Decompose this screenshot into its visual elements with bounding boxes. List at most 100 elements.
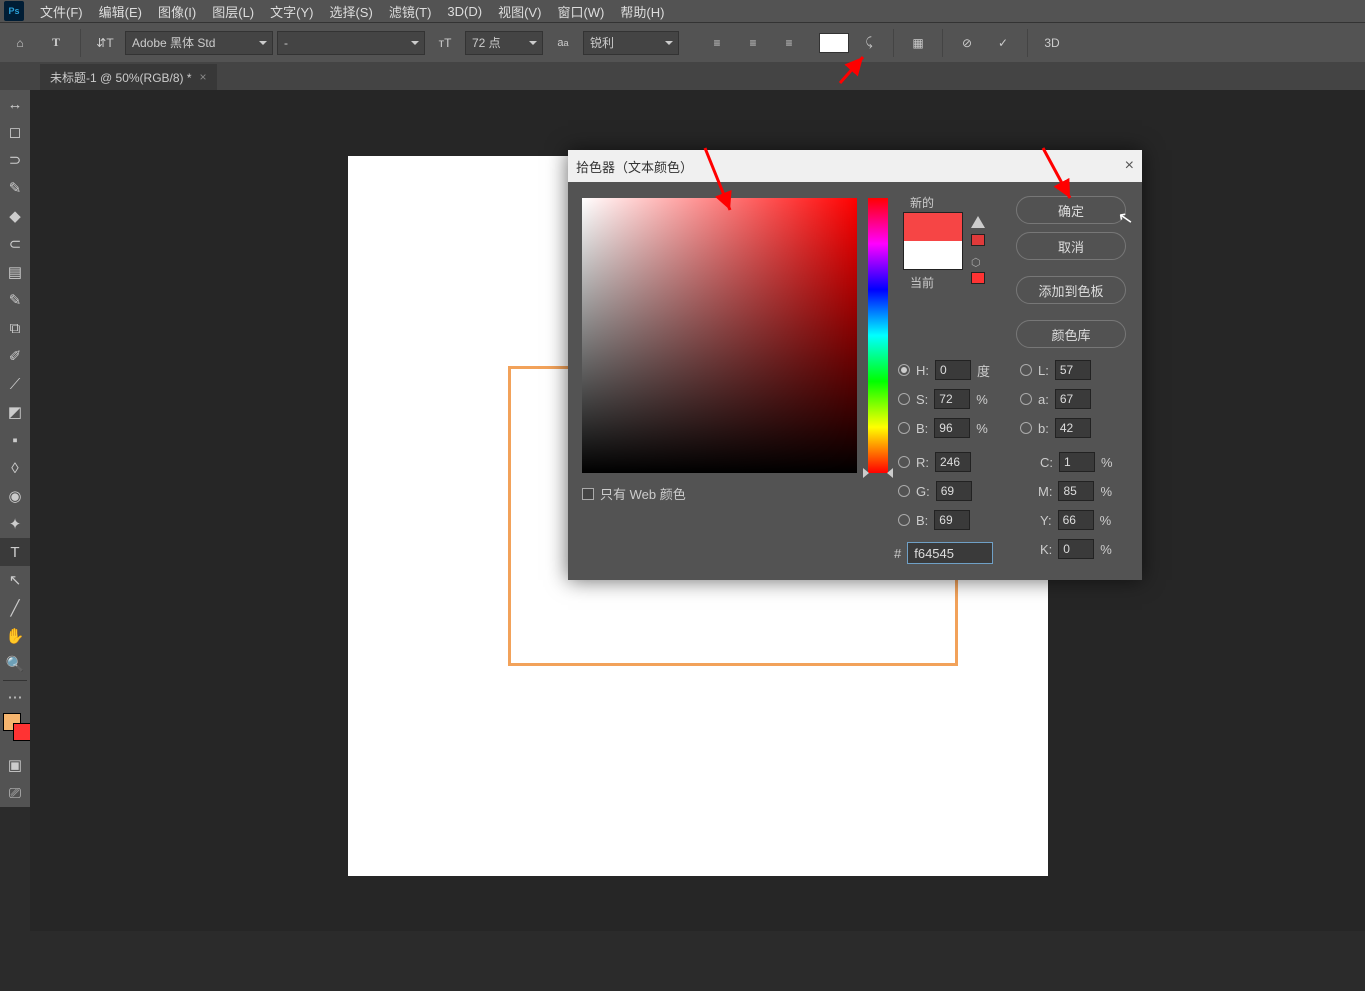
text-orientation-icon[interactable]: ⇵T <box>89 27 121 59</box>
align-center-icon[interactable]: ≡ <box>737 27 769 59</box>
tool-pen[interactable]: ✦ <box>0 510 30 538</box>
color-picker-dialog: 拾色器（文本颜色） × 新的 当前 ⬡ 确定 取消 添加到色板 颜色库 H:度 … <box>568 150 1142 580</box>
tool-screenmode[interactable]: ⎚ <box>0 779 30 807</box>
input-b[interactable] <box>934 418 970 438</box>
input-s[interactable] <box>934 389 970 409</box>
menu-help[interactable]: 帮助(H) <box>612 0 672 23</box>
font-family-select[interactable]: Adobe 黑体 Std <box>125 31 273 55</box>
input-b2[interactable] <box>934 510 970 530</box>
tool-line[interactable]: ╱ <box>0 594 30 622</box>
tool-marquee[interactable]: ◻ <box>0 118 30 146</box>
input-hex[interactable] <box>907 542 993 564</box>
tool-crop[interactable]: ◆ <box>0 202 30 230</box>
font-size-select[interactable]: 72 点 <box>465 31 543 55</box>
options-bar: ⌂ T ⇵T Adobe 黑体 Std - тT 72 点 aa 锐利 ≡ ≡ … <box>0 22 1365 62</box>
current-color-swatch <box>904 241 962 269</box>
radio-labb[interactable] <box>1020 422 1032 434</box>
input-y[interactable] <box>1058 510 1094 530</box>
menu-filter[interactable]: 滤镜(T) <box>381 0 440 23</box>
menu-edit[interactable]: 编辑(E) <box>91 0 150 23</box>
dialog-titlebar[interactable]: 拾色器（文本颜色） × <box>568 150 1142 182</box>
menu-layer[interactable]: 图层(L) <box>204 0 262 23</box>
tool-move[interactable]: ↔ <box>0 90 30 118</box>
radio-a[interactable] <box>1020 393 1032 405</box>
input-g[interactable] <box>936 481 972 501</box>
tool-path[interactable]: ↖ <box>0 566 30 594</box>
commit-icon[interactable]: ✓ <box>987 27 1019 59</box>
tool-editmode[interactable]: ⋯ <box>0 683 30 711</box>
radio-s[interactable] <box>898 393 910 405</box>
ok-button[interactable]: 确定 <box>1016 196 1126 224</box>
dialog-close-icon[interactable]: × <box>1125 157 1134 175</box>
websafe-warning-icon[interactable]: ⬡ <box>971 256 985 268</box>
radio-b[interactable] <box>898 422 910 434</box>
tool-gradient[interactable]: ▪ <box>0 426 30 454</box>
input-k[interactable] <box>1058 539 1094 559</box>
tool-stamp[interactable]: ✐ <box>0 342 30 370</box>
menu-view[interactable]: 视图(V) <box>490 0 549 23</box>
type-tool-icon[interactable]: T <box>40 27 72 59</box>
input-r[interactable] <box>935 452 971 472</box>
tool-frame[interactable]: ⊂ <box>0 230 30 258</box>
tool-history[interactable]: ⟋ <box>0 370 30 398</box>
cancel-button[interactable]: 取消 <box>1016 232 1126 260</box>
websafe-swatch[interactable] <box>971 272 985 284</box>
color-library-button[interactable]: 颜色库 <box>1016 320 1126 348</box>
tool-quickselect[interactable]: ✎ <box>0 174 30 202</box>
menu-bar: Ps 文件(F) 编辑(E) 图像(I) 图层(L) 文字(Y) 选择(S) 滤… <box>0 0 1365 22</box>
hue-pointer-right <box>887 468 893 478</box>
tool-brush[interactable]: ⧉ <box>0 314 30 342</box>
new-color-swatch <box>904 213 962 241</box>
tool-dodge[interactable]: ◉ <box>0 482 30 510</box>
radio-b2[interactable] <box>898 514 910 526</box>
align-right-icon[interactable]: ≡ <box>773 27 805 59</box>
radio-l[interactable] <box>1020 364 1032 376</box>
document-tab[interactable]: 未标题-1 @ 50%(RGB/8) * × <box>40 64 217 90</box>
radio-r[interactable] <box>898 456 910 468</box>
label-current: 当前 <box>910 274 934 291</box>
tool-eyedropper[interactable]: ▤ <box>0 258 30 286</box>
menu-window[interactable]: 窗口(W) <box>549 0 612 23</box>
tool-quickmask[interactable]: ▣ <box>0 751 30 779</box>
font-style-select[interactable]: - <box>277 31 425 55</box>
tool-blur[interactable]: ◊ <box>0 454 30 482</box>
color-field[interactable] <box>582 198 857 473</box>
web-only-checkbox[interactable] <box>582 488 594 500</box>
web-only-row[interactable]: 只有 Web 颜色 <box>582 484 686 503</box>
menu-type[interactable]: 文字(Y) <box>262 0 321 23</box>
radio-h[interactable] <box>898 364 910 376</box>
input-c[interactable] <box>1059 452 1095 472</box>
tool-eraser[interactable]: ◩ <box>0 398 30 426</box>
tool-hand[interactable]: ✋ <box>0 622 30 650</box>
radio-g[interactable] <box>898 485 910 497</box>
menu-select[interactable]: 选择(S) <box>321 0 380 23</box>
label-new: 新的 <box>910 194 934 211</box>
align-left-icon[interactable]: ≡ <box>701 27 733 59</box>
text-color-swatch[interactable] <box>819 33 849 53</box>
tab-close-icon[interactable]: × <box>200 70 207 84</box>
tool-zoom[interactable]: 🔍 <box>0 650 30 678</box>
menu-image[interactable]: 图像(I) <box>150 0 204 23</box>
home-icon[interactable]: ⌂ <box>4 27 36 59</box>
input-m[interactable] <box>1058 481 1094 501</box>
menu-3d[interactable]: 3D(D) <box>439 2 490 21</box>
cancel-icon[interactable]: ⊘ <box>951 27 983 59</box>
add-swatch-button[interactable]: 添加到色板 <box>1016 276 1126 304</box>
color-swatches[interactable] <box>0 711 30 751</box>
antialias-select[interactable]: 锐利 <box>583 31 679 55</box>
tool-lasso[interactable]: ⊃ <box>0 146 30 174</box>
tool-type[interactable]: T <box>0 538 30 566</box>
background-swatch[interactable] <box>13 723 31 741</box>
input-l[interactable] <box>1055 360 1091 380</box>
hue-slider[interactable] <box>868 198 888 473</box>
tool-heal[interactable]: ✎ <box>0 286 30 314</box>
3d-icon[interactable]: 3D <box>1036 27 1068 59</box>
menu-file[interactable]: 文件(F) <box>32 0 91 23</box>
input-h[interactable] <box>935 360 971 380</box>
panel-icon[interactable]: ▦ <box>902 27 934 59</box>
gamut-warning-icon[interactable] <box>971 216 985 228</box>
input-labb[interactable] <box>1055 418 1091 438</box>
gamut-swatch[interactable] <box>971 234 985 246</box>
input-a[interactable] <box>1055 389 1091 409</box>
warp-text-icon[interactable]: ⤹ <box>853 27 885 59</box>
